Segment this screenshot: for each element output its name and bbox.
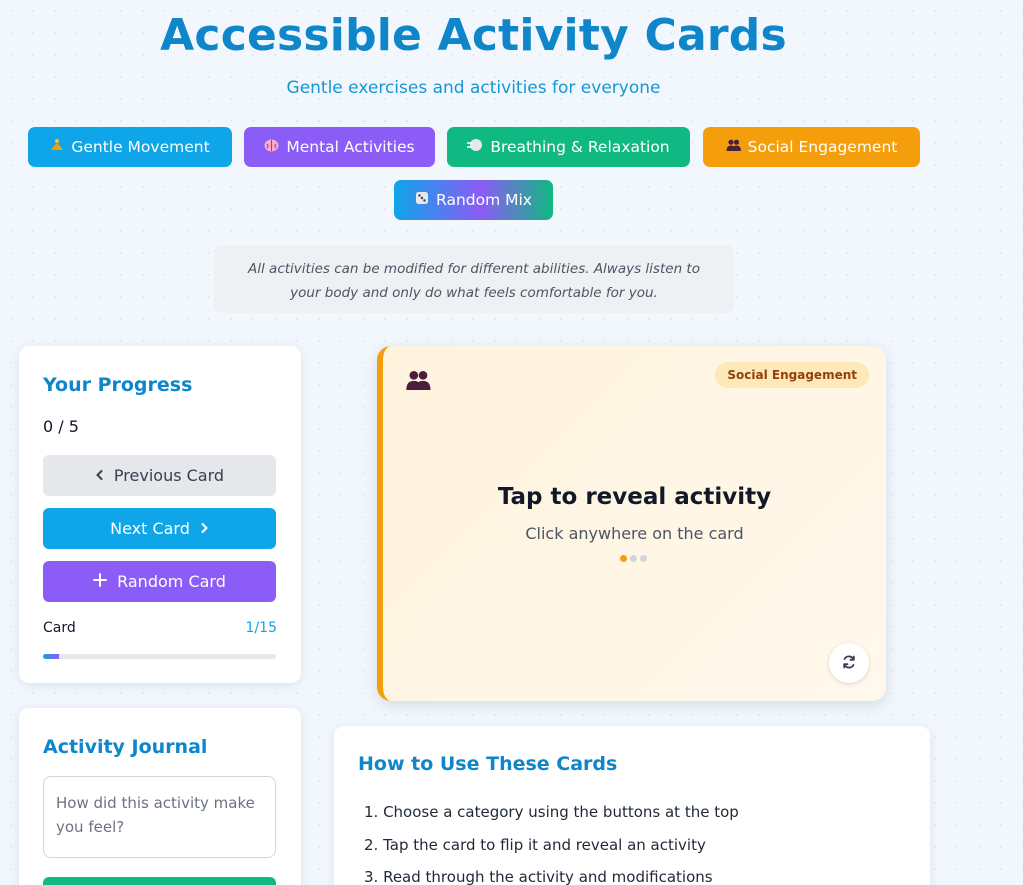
category-label: Mental Activities [286, 138, 415, 156]
card-label: Card [43, 620, 76, 636]
brain-icon [264, 139, 279, 156]
category-mental-activities-button[interactable]: Mental Activities [244, 127, 435, 167]
category-random-mix-button[interactable]: Random Mix [394, 180, 553, 220]
wind-face-icon [467, 138, 483, 156]
accessibility-note: All activities can be modified for diffe… [214, 245, 734, 313]
page-subtitle: Gentle exercises and activities for ever… [286, 78, 661, 98]
how-to-step: 1. Choose a category using the buttons a… [364, 803, 739, 821]
random-card-label: Random Card [117, 572, 226, 591]
save-journal-button[interactable] [43, 877, 276, 885]
page-title: Accessible Activity Cards [160, 10, 787, 61]
journal-panel: Activity Journal [19, 708, 301, 885]
card-heading: Tap to reveal activity [497, 484, 772, 510]
category-breathing-relaxation-button[interactable]: Breathing & Relaxation [447, 127, 690, 167]
person-meditating-icon [50, 138, 64, 156]
category-label: Breathing & Relaxation [490, 138, 670, 156]
category-badge: Social Engagement [715, 362, 869, 388]
chevron-left-icon [95, 466, 104, 485]
card-dots [620, 555, 647, 562]
card-dot [640, 555, 647, 562]
previous-card-button[interactable]: Previous Card [43, 455, 276, 496]
previous-card-label: Previous Card [113, 466, 225, 485]
category-label: Gentle Movement [71, 138, 210, 156]
journal-title: Activity Journal [43, 736, 208, 758]
progress-title: Your Progress [43, 374, 193, 396]
progress-count: 0 / 5 [43, 417, 79, 436]
journal-input[interactable] [43, 776, 276, 858]
plus-icon [93, 572, 108, 591]
card-hint: Click anywhere on the card [525, 524, 744, 543]
random-card-button[interactable]: Random Card [43, 561, 276, 602]
next-card-label: Next Card [110, 519, 190, 538]
progress-bar [43, 654, 276, 659]
people-icon [726, 139, 741, 155]
activity-card[interactable]: Social Engagement Tap to reveal activity… [377, 346, 886, 701]
page: Accessible Activity Cards Gentle exercis… [0, 0, 1023, 885]
card-dot [630, 555, 637, 562]
category-gentle-movement-button[interactable]: Gentle Movement [28, 127, 232, 167]
category-label: Random Mix [436, 191, 532, 209]
how-to-step: 3. Read through the activity and modific… [364, 868, 713, 885]
next-card-button[interactable]: Next Card [43, 508, 276, 549]
category-label: Social Engagement [747, 138, 898, 156]
chevron-right-icon [200, 519, 209, 538]
how-to-title: How to Use These Cards [358, 753, 618, 775]
card-dot [620, 555, 627, 562]
card-position: 1/15 [245, 620, 277, 636]
refresh-icon [841, 654, 857, 673]
progress-bar-fill [43, 654, 59, 659]
how-to-panel: How to Use These Cards 1. Choose a categ… [334, 726, 930, 885]
dice-icon [415, 191, 429, 209]
category-social-engagement-button[interactable]: Social Engagement [703, 127, 920, 167]
flip-card-button[interactable] [829, 643, 869, 683]
progress-panel: Your Progress 0 / 5 Previous Card Next C… [19, 346, 301, 683]
people-icon [405, 370, 431, 394]
how-to-step: 2. Tap the card to flip it and reveal an… [364, 835, 706, 854]
how-to-steps: 1. Choose a category using the buttons a… [364, 796, 739, 885]
